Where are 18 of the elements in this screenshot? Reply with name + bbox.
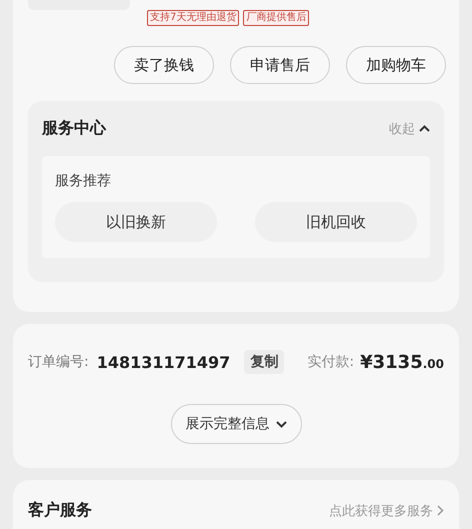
service-tag: 支持7天无理由退货 (147, 10, 240, 26)
paid-label: 实付款: (307, 353, 354, 371)
order-number-label: 订单编号: (28, 353, 89, 371)
action-button[interactable]: 卖了换钱 (114, 46, 214, 84)
action-button[interactable]: 申请售后 (230, 46, 330, 84)
copy-button[interactable]: 复制 (244, 350, 284, 374)
paid-amount: ¥3135.00 (360, 352, 444, 372)
service-button[interactable]: 以旧换新 (55, 202, 217, 242)
chevron-right-icon (437, 505, 444, 516)
section-title: 服务推荐 (55, 172, 112, 190)
order-number: 148131171497 (96, 352, 230, 372)
show-details-button[interactable]: 展示完整信息 (170, 404, 302, 444)
action-button[interactable]: 加购物车 (346, 46, 446, 84)
chevron-down-icon (276, 420, 286, 428)
service-button[interactable]: 旧机回收 (255, 202, 417, 242)
service-tag: 厂商提供售后 (243, 10, 310, 26)
section-title: 客户服务 (28, 500, 92, 521)
panel-title: 服务中心 (42, 118, 106, 139)
